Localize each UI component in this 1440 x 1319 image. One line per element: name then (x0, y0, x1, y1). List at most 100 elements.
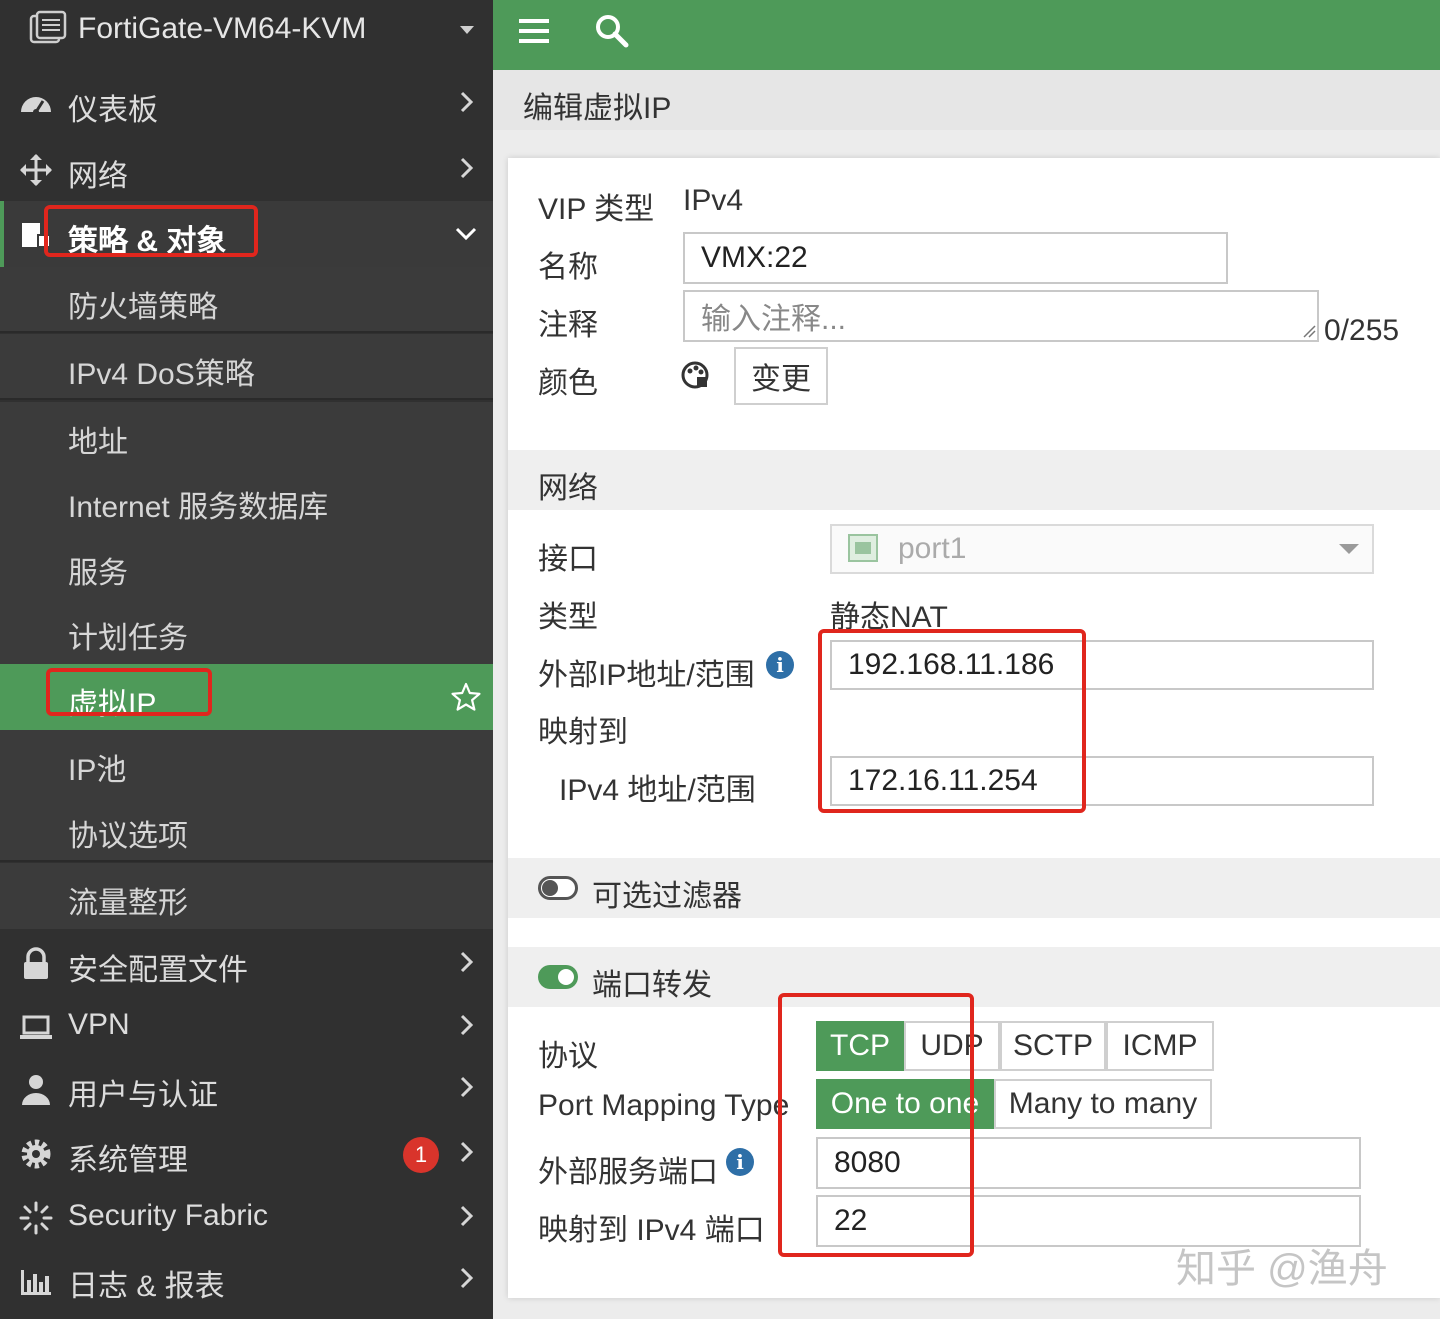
vip-type-value: IPv4 (683, 184, 744, 217)
type-value: 静态NAT (830, 601, 948, 634)
ext-port-input[interactable]: 8080 (816, 1137, 1361, 1189)
change-color-button[interactable]: 变更 (734, 347, 828, 405)
interface-label: 接口 (538, 543, 598, 576)
hamburger-menu-icon[interactable] (519, 18, 549, 44)
sidebar-subitem-label: 计划任务 (68, 622, 188, 655)
palette-icon (681, 361, 709, 389)
external-ip-label: 外部IP地址/范围 (538, 659, 755, 692)
sidebar-subitem-internet-service-db[interactable]: Internet 服务数据库 (0, 467, 493, 533)
protocol-label: 协议 (538, 1040, 598, 1073)
sidebar-subitem-address[interactable]: 地址 (0, 402, 493, 468)
sidebar-item-label: 用户与认证 (68, 1079, 218, 1112)
sidebar-subitem-label: 虚拟IP (68, 688, 157, 721)
sidebar-subitem-ip-pools[interactable]: IP池 (0, 730, 493, 796)
sidebar-item-security-profiles[interactable]: 安全配置文件 (0, 930, 493, 996)
color-label: 颜色 (538, 367, 598, 400)
policy-icon (22, 223, 51, 248)
chevron-right-icon (460, 1014, 474, 1036)
external-ip-input[interactable]: 192.168.11.186 (830, 640, 1374, 690)
sidebar-subitem-label: 协议选项 (68, 820, 188, 853)
network-section-header: 网络 (508, 450, 1440, 510)
sidebar-subitem-label: 防火墙策略 (68, 291, 218, 324)
name-input[interactable]: VMX:22 (683, 232, 1228, 284)
lock-icon (24, 947, 48, 979)
protocol-icmp-button[interactable]: ICMP (1106, 1021, 1214, 1071)
sidebar-item-vpn[interactable]: VPN (0, 993, 493, 1059)
sidebar-item-network[interactable]: 网络 (0, 136, 493, 202)
map-port-label: 映射到 IPv4 端口 (538, 1214, 765, 1247)
chevron-down-icon (460, 26, 474, 34)
port-forward-toggle[interactable] (538, 965, 578, 989)
sidebar-subitem-label: Internet 服务数据库 (68, 491, 329, 524)
sidebar-item-label: 仪表板 (68, 94, 158, 127)
sidebar-item-system[interactable]: 系统管理 1 (0, 1120, 493, 1186)
sidebar-subitem-label: IPv4 DoS策略 (68, 358, 255, 391)
sidebar-item-policy-objects[interactable]: 策略 & 对象 (0, 201, 493, 267)
chevron-right-icon (460, 91, 474, 113)
protocol-udp-button[interactable]: UDP (904, 1021, 1000, 1071)
chevron-right-icon (460, 1267, 474, 1289)
mapping-many-to-many-button[interactable]: Many to many (994, 1079, 1212, 1129)
laptop-icon (20, 1015, 52, 1039)
mapped-ipv4-input[interactable]: 172.16.11.254 (830, 756, 1374, 806)
edit-vip-form: VIP 类型 IPv4 名称 VMX:22 注释 输入注释... 0/255 颜… (508, 158, 1440, 1298)
comment-textarea[interactable]: 输入注释... (683, 290, 1319, 342)
optional-filter-toggle[interactable] (538, 876, 578, 900)
sidebar-item-log-report[interactable]: 日志 & 报表 (0, 1246, 493, 1312)
sidebar: FortiGate-VM64-KVM 仪表板 网络 策略 & 对象 防火墙策略 … (0, 0, 493, 1319)
section-title: 网络 (538, 472, 598, 505)
sidebar-item-dashboard[interactable]: 仪表板 (0, 70, 493, 136)
type-label: 类型 (538, 601, 598, 634)
chevron-right-icon (460, 951, 474, 973)
toggle-knob (542, 880, 558, 896)
sidebar-subitem-services[interactable]: 服务 (0, 533, 493, 599)
sidebar-item-security-fabric[interactable]: Security Fabric (0, 1184, 493, 1250)
comment-label: 注释 (538, 309, 598, 342)
resize-handle-icon[interactable] (1302, 324, 1316, 338)
bar-chart-icon (21, 1270, 51, 1295)
star-icon[interactable] (450, 681, 482, 713)
chevron-right-icon (460, 1076, 474, 1098)
name-label: 名称 (538, 251, 598, 284)
vip-type-label: VIP 类型 (538, 193, 655, 226)
optional-filter-section: 可选过滤器 (508, 858, 1440, 918)
protocol-tcp-button[interactable]: TCP (816, 1021, 904, 1071)
interface-value: port1 (898, 532, 967, 565)
sidebar-subitem-schedules[interactable]: 计划任务 (0, 598, 493, 664)
ext-port-label: 外部服务端口 (538, 1156, 718, 1189)
section-title: 可选过滤器 (592, 880, 742, 913)
sidebar-subitem-virtual-ip[interactable]: 虚拟IP (0, 664, 493, 730)
sidebar-subitem-label: 服务 (68, 557, 128, 590)
sidebar-subitem-label: 流量整形 (68, 887, 188, 920)
sidebar-subitem-protocol-options[interactable]: 协议选项 (0, 796, 493, 862)
sidebar-item-label: 策略 & 对象 (68, 225, 227, 258)
sidebar-subitem-firewall-policy[interactable]: 防火墙策略 (0, 267, 493, 333)
notification-badge: 1 (403, 1137, 439, 1173)
mapping-one-to-one-button[interactable]: One to one (816, 1079, 994, 1129)
page-header: 编辑虚拟IP (493, 70, 1440, 130)
device-selector[interactable]: FortiGate-VM64-KVM (0, 0, 493, 62)
ethernet-port-icon (848, 534, 878, 562)
ipv4-range-label: IPv4 地址/范围 (559, 774, 756, 807)
gear-icon (21, 1139, 51, 1169)
sidebar-subitem-label: IP池 (68, 754, 127, 787)
sidebar-item-label: 系统管理 (68, 1144, 188, 1177)
sidebar-item-label: VPN (68, 1008, 130, 1041)
chevron-right-icon (460, 1141, 474, 1163)
protocol-sctp-button[interactable]: SCTP (1000, 1021, 1106, 1071)
page-title: 编辑虚拟IP (523, 92, 672, 125)
sidebar-subitem-traffic-shaping[interactable]: 流量整形 (0, 863, 493, 929)
interface-select[interactable]: port1 (830, 524, 1374, 574)
search-icon[interactable] (593, 12, 629, 48)
dashboard-icon (21, 97, 51, 115)
info-icon[interactable]: i (726, 1148, 754, 1176)
chevron-down-icon (455, 227, 477, 241)
section-title: 端口转发 (592, 969, 712, 1002)
sidebar-subitem-ipv4-dos-policy[interactable]: IPv4 DoS策略 (0, 334, 493, 400)
top-bar (493, 0, 1440, 70)
comment-counter: 0/255 (1324, 314, 1400, 347)
info-icon[interactable]: i (766, 651, 794, 679)
fortigate-logo-icon (29, 10, 67, 44)
sidebar-item-user-auth[interactable]: 用户与认证 (0, 1055, 493, 1121)
move-arrows-icon (20, 154, 52, 186)
